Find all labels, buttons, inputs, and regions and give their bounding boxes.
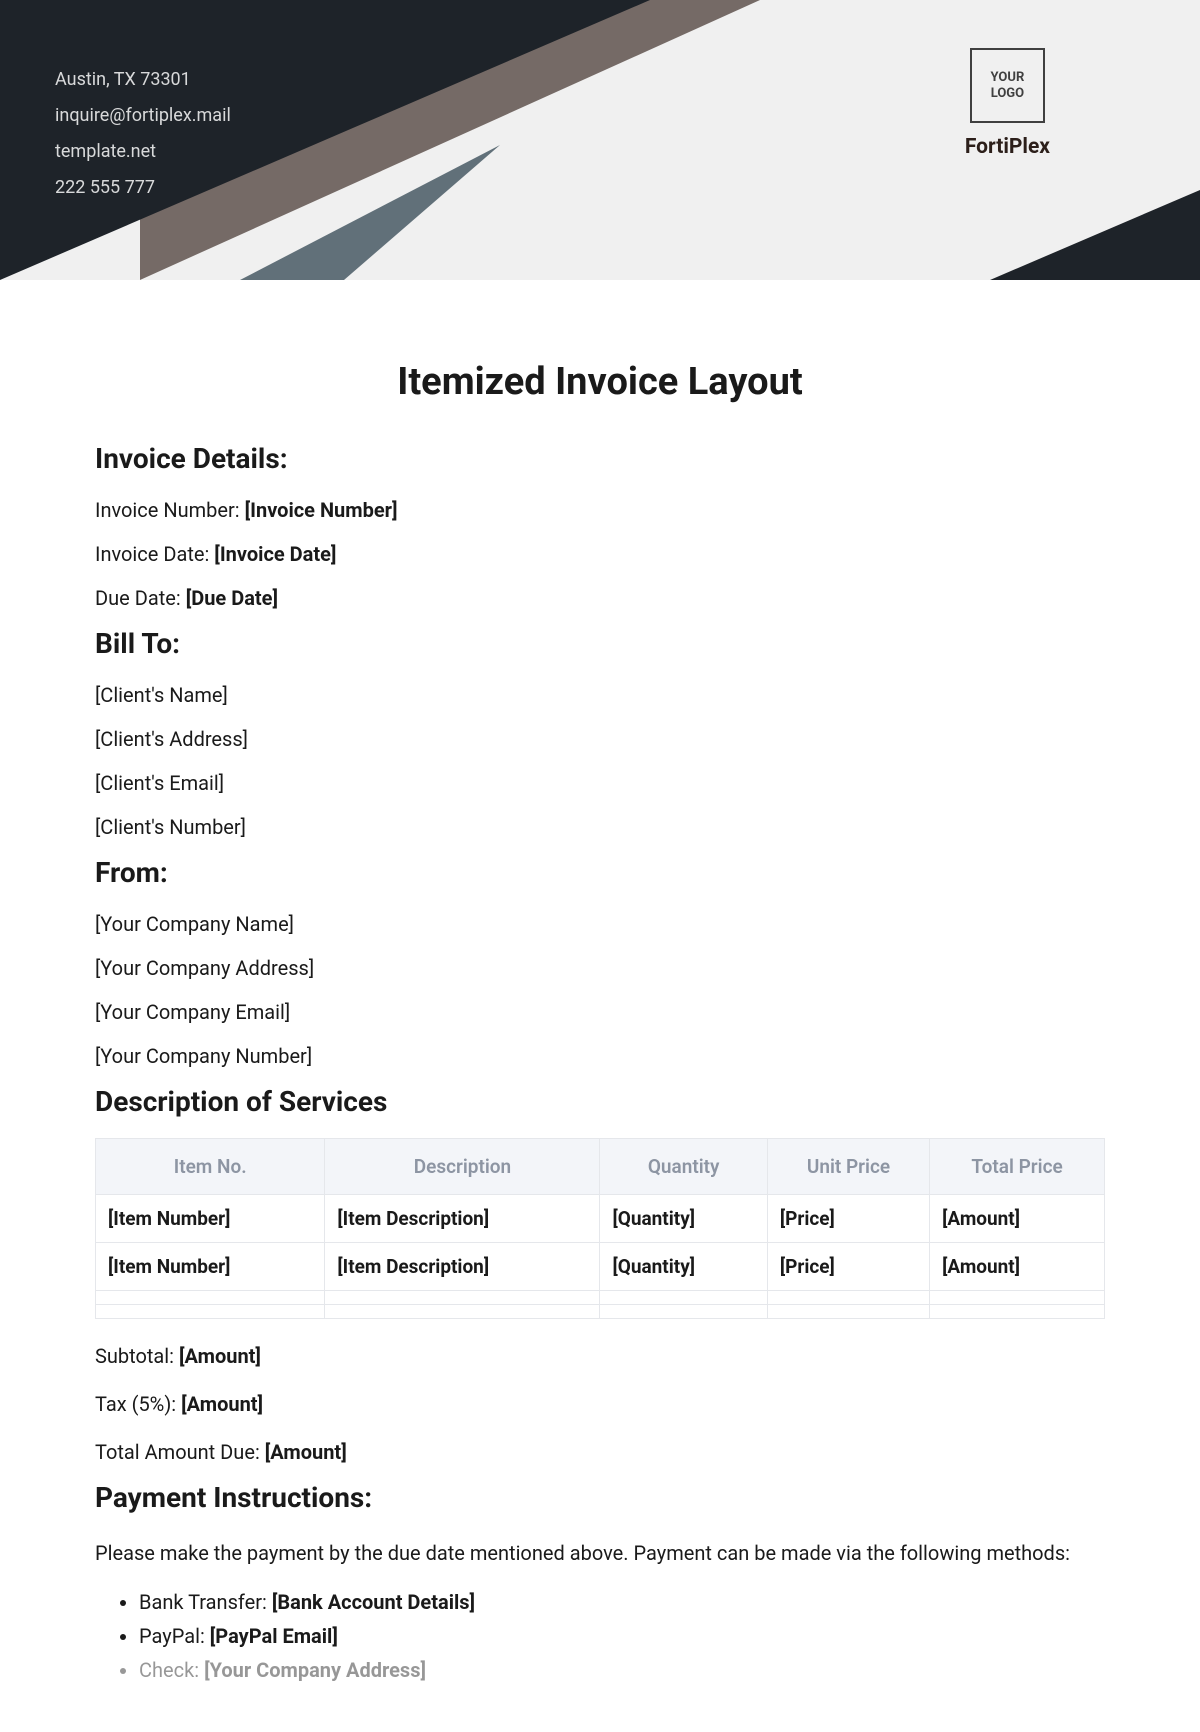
due-date-value: [Due Date] [186, 586, 278, 610]
cell-total-price: [Amount] [930, 1243, 1105, 1291]
total-value: [Amount] [265, 1440, 347, 1464]
document-header: Austin, TX 73301 inquire@fortiplex.mail … [0, 0, 1200, 280]
header-phone: 222 555 777 [55, 170, 231, 206]
client-name: [Client's Name] [95, 680, 1105, 710]
company-name: FortiPlex [965, 135, 1050, 159]
table-row: [Item Number] [Item Description] [Quanti… [96, 1195, 1105, 1243]
header-website: template.net [55, 134, 231, 170]
table-row-empty [96, 1305, 1105, 1319]
invoice-number-label: Invoice Number: [95, 498, 245, 522]
payment-paypal-label: PayPal: [139, 1624, 210, 1648]
company-name-field: [Your Company Name] [95, 909, 1105, 939]
cell-description: [Item Description] [325, 1243, 600, 1291]
col-quantity: Quantity [600, 1139, 767, 1195]
payment-methods-list: Bank Transfer: [Bank Account Details] Pa… [95, 1590, 1105, 1682]
table-row-empty [96, 1291, 1105, 1305]
section-description: Description of Services [95, 1085, 1105, 1118]
services-table: Item No. Description Quantity Unit Price… [95, 1138, 1105, 1319]
col-unit-price: Unit Price [767, 1139, 929, 1195]
section-bill-to: Bill To: [95, 627, 1105, 660]
logo-placeholder: YOUR LOGO [970, 48, 1045, 123]
company-address-field: [Your Company Address] [95, 953, 1105, 983]
payment-bank-value: [Bank Account Details] [272, 1590, 475, 1614]
table-header-row: Item No. Description Quantity Unit Price… [96, 1139, 1105, 1195]
subtotal-label: Subtotal: [95, 1344, 179, 1368]
company-number-field: [Your Company Number] [95, 1041, 1105, 1071]
total-label: Total Amount Due: [95, 1440, 265, 1464]
client-address: [Client's Address] [95, 724, 1105, 754]
cell-total-price: [Amount] [930, 1195, 1105, 1243]
logo-block: YOUR LOGO FortiPlex [965, 48, 1050, 159]
section-from: From: [95, 856, 1105, 889]
invoice-number-value: [Invoice Number] [245, 498, 398, 522]
payment-bank: Bank Transfer: [Bank Account Details] [139, 1590, 1105, 1614]
cell-quantity: [Quantity] [600, 1195, 767, 1243]
payment-bank-label: Bank Transfer: [139, 1590, 272, 1614]
cell-unit-price: [Price] [767, 1195, 929, 1243]
cell-item-no: [Item Number] [96, 1195, 325, 1243]
invoice-date-label: Invoice Date: [95, 542, 214, 566]
invoice-date-row: Invoice Date: [Invoice Date] [95, 539, 1105, 569]
client-email: [Client's Email] [95, 768, 1105, 798]
page-title: Itemized Invoice Layout [95, 360, 1105, 404]
subtotal-value: [Amount] [179, 1344, 261, 1368]
payment-check-label: Check: [139, 1658, 204, 1682]
invoice-date-value: [Invoice Date] [214, 542, 336, 566]
section-invoice-details: Invoice Details: [95, 442, 1105, 475]
due-date-row: Due Date: [Due Date] [95, 583, 1105, 613]
col-total-price: Total Price [930, 1139, 1105, 1195]
subtotal-row: Subtotal: [Amount] [95, 1341, 1105, 1371]
section-payment: Payment Instructions: [95, 1481, 1105, 1514]
col-description: Description [325, 1139, 600, 1195]
tax-label: Tax (5%): [95, 1392, 181, 1416]
cell-item-no: [Item Number] [96, 1243, 325, 1291]
decorative-shape [990, 190, 1200, 280]
payment-check: Check: [Your Company Address] [139, 1658, 1105, 1682]
tax-row: Tax (5%): [Amount] [95, 1389, 1105, 1419]
cell-description: [Item Description] [325, 1195, 600, 1243]
tax-value: [Amount] [181, 1392, 263, 1416]
payment-check-value: [Your Company Address] [204, 1658, 426, 1682]
payment-intro-text: Please make the payment by the due date … [95, 1534, 1105, 1572]
payment-paypal-value: [PayPal Email] [210, 1624, 338, 1648]
table-row: [Item Number] [Item Description] [Quanti… [96, 1243, 1105, 1291]
due-date-label: Due Date: [95, 586, 186, 610]
total-row: Total Amount Due: [Amount] [95, 1437, 1105, 1467]
cell-quantity: [Quantity] [600, 1243, 767, 1291]
cell-unit-price: [Price] [767, 1243, 929, 1291]
header-email: inquire@fortiplex.mail [55, 98, 231, 134]
client-number: [Client's Number] [95, 812, 1105, 842]
header-contact-info: Austin, TX 73301 inquire@fortiplex.mail … [55, 62, 231, 206]
payment-paypal: PayPal: [PayPal Email] [139, 1624, 1105, 1648]
invoice-number-row: Invoice Number: [Invoice Number] [95, 495, 1105, 525]
company-email-field: [Your Company Email] [95, 997, 1105, 1027]
document-body: Itemized Invoice Layout Invoice Details:… [0, 280, 1200, 1732]
header-address: Austin, TX 73301 [55, 62, 231, 98]
col-item-no: Item No. [96, 1139, 325, 1195]
